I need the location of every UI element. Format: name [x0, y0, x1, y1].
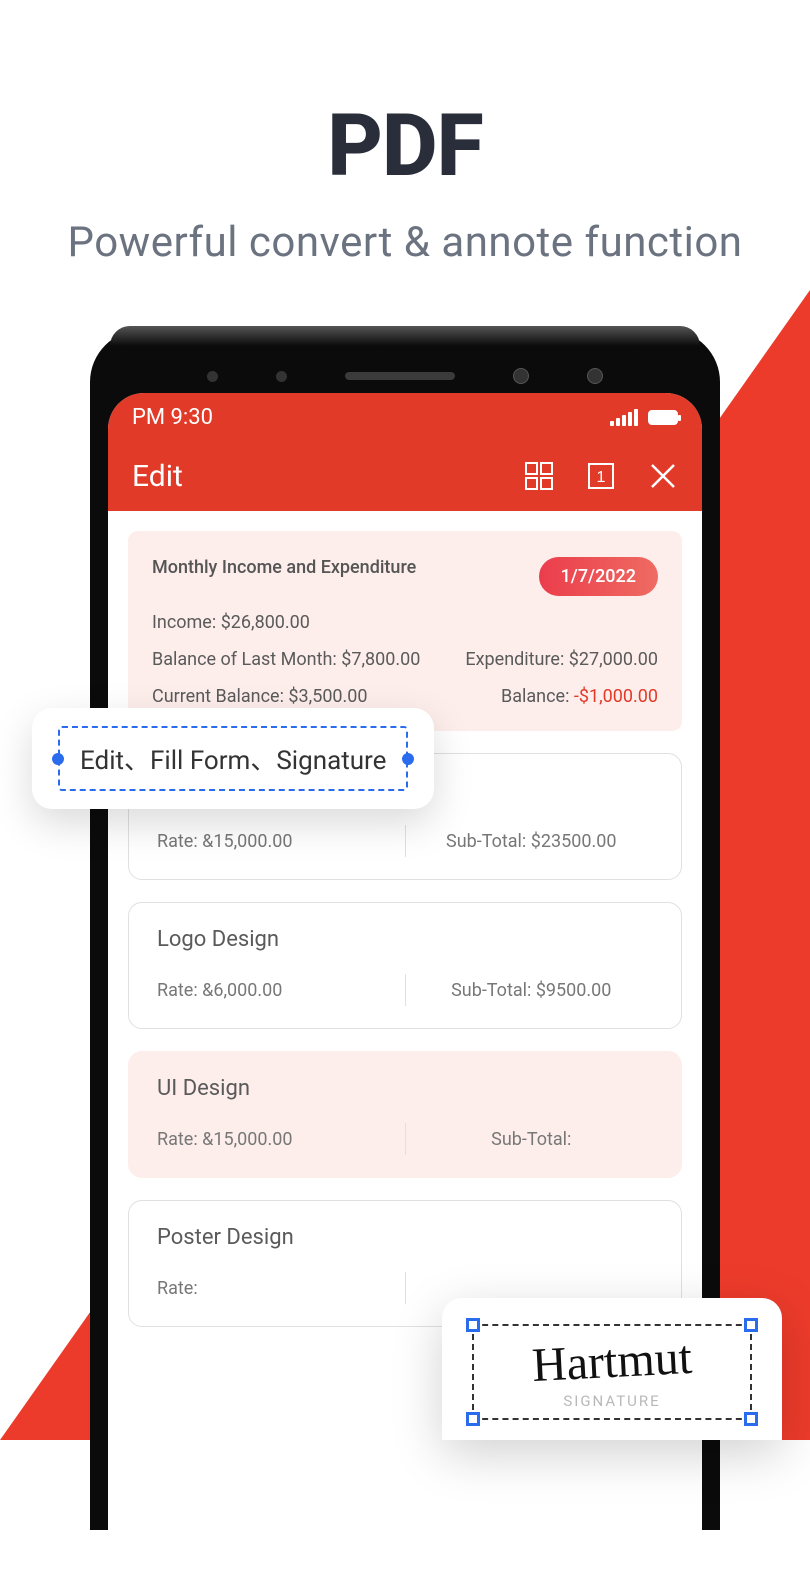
edit-tooltip-text: Edit、Fill Form、Signature — [80, 746, 386, 776]
grid-view-icon[interactable] — [524, 461, 554, 491]
item-subtotal: Sub-Total: $23500.00 — [410, 831, 654, 852]
hero-subtitle: Powerful convert & annote function — [0, 218, 810, 267]
divider — [405, 1123, 406, 1155]
document-area[interactable]: Monthly Income and Expenditure 1/7/2022 … — [108, 511, 702, 1327]
signature-tooltip[interactable]: Hartmut SIGNATURE — [442, 1298, 782, 1440]
item-rate: Rate: &6,000.00 — [157, 980, 401, 1001]
app-bar: Edit 1 — [108, 441, 702, 511]
app-bar-title: Edit — [132, 459, 524, 494]
resize-handle-br[interactable] — [744, 1412, 758, 1426]
edit-selection-box[interactable]: Edit、Fill Form、Signature — [58, 726, 408, 791]
item-title: UI Design — [157, 1076, 653, 1101]
balance-row: Balance: -$1,000.00 — [501, 686, 658, 707]
selection-handle-right[interactable] — [402, 753, 414, 765]
income-row: Income: $26,800.00 — [152, 612, 310, 633]
signature-selection-box[interactable]: Hartmut SIGNATURE — [472, 1324, 752, 1420]
svg-text:1: 1 — [597, 469, 606, 486]
hero-title: PDF — [0, 95, 810, 196]
phone-sensors — [207, 368, 603, 384]
item-subtotal: Sub-Total: $9500.00 — [410, 980, 654, 1001]
item-card[interactable]: Logo Design Rate: &6,000.00 Sub-Total: $95… — [128, 902, 682, 1029]
item-rate: Rate: &15,000.00 — [157, 831, 401, 852]
signature-label: SIGNATURE — [486, 1392, 738, 1410]
divider — [405, 825, 406, 857]
summary-card: Monthly Income and Expenditure 1/7/2022 … — [128, 531, 682, 731]
balance-last-row: Balance of Last Month: $7,800.00 — [152, 649, 420, 670]
page-number-icon[interactable]: 1 — [586, 461, 616, 491]
item-card[interactable]: UI Design Rate: &15,000.00 Sub-Total: — [128, 1051, 682, 1178]
date-pill[interactable]: 1/7/2022 — [539, 557, 658, 596]
status-bar: PM 9:30 — [108, 393, 702, 441]
selection-handle-left[interactable] — [52, 753, 64, 765]
expenditure-row: Expenditure: $27,000.00 — [465, 649, 658, 670]
edit-tooltip[interactable]: Edit、Fill Form、Signature — [32, 708, 434, 809]
signature-name: Hartmut — [485, 1331, 739, 1392]
item-subtotal: Sub-Total: — [410, 1129, 654, 1150]
item-title: Logo Design — [157, 927, 653, 952]
resize-handle-tr[interactable] — [744, 1318, 758, 1332]
resize-handle-bl[interactable] — [466, 1412, 480, 1426]
item-rate: Rate: — [157, 1278, 401, 1299]
signal-icon — [610, 409, 638, 426]
battery-icon — [648, 410, 678, 425]
item-title: Poster Design — [157, 1225, 653, 1250]
current-balance-row: Current Balance: $3,500.00 — [152, 686, 368, 707]
item-rate: Rate: &15,000.00 — [157, 1129, 401, 1150]
status-time: PM 9:30 — [132, 405, 213, 430]
divider — [405, 1272, 406, 1304]
hero-header: PDF Powerful convert & annote function — [0, 0, 810, 267]
close-icon[interactable] — [648, 461, 678, 491]
resize-handle-tl[interactable] — [466, 1318, 480, 1332]
divider — [405, 974, 406, 1006]
summary-heading: Monthly Income and Expenditure — [152, 557, 416, 578]
